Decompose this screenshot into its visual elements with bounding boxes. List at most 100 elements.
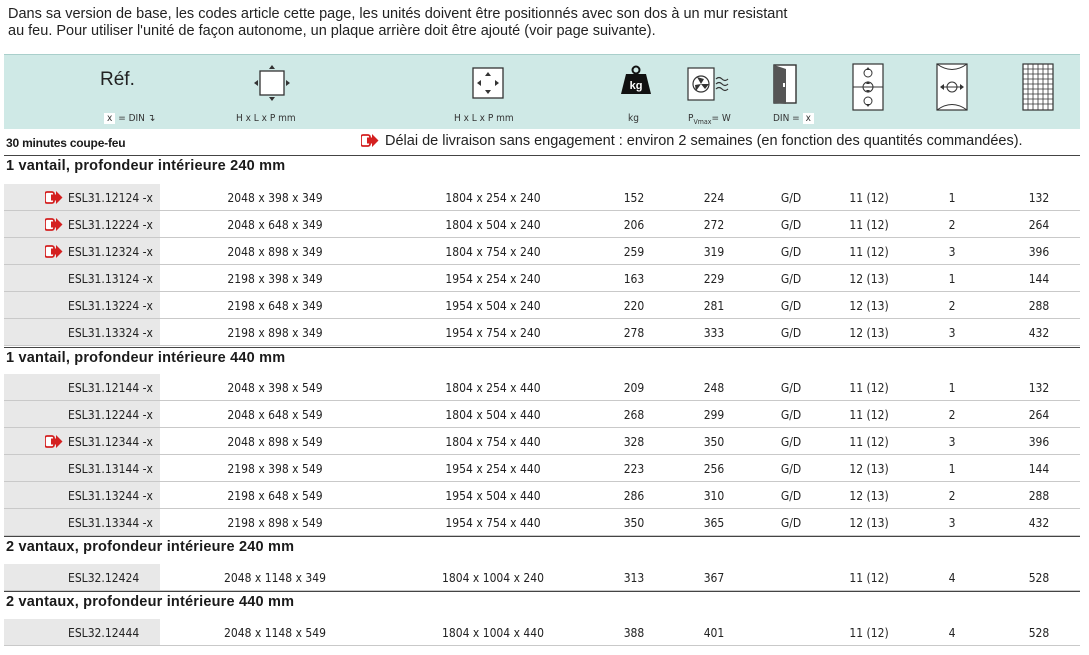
cell-b: 4	[948, 571, 956, 585]
cell-b: 3	[948, 516, 956, 530]
cell-outer: 2198 x 648 x 549	[227, 489, 323, 503]
cell-din: G/D	[780, 408, 802, 422]
din-label: DIN =	[773, 113, 800, 124]
cell-a: 11 (12)	[849, 245, 889, 259]
section-divider	[4, 591, 1080, 592]
ref-code: ESL31.13124 -x	[68, 272, 153, 286]
cell-din: G/D	[780, 191, 802, 205]
cell-din: G/D	[780, 516, 802, 530]
intro-text: Dans sa version de base, les codes artic…	[8, 6, 1078, 40]
cell-kg: 206	[623, 218, 645, 232]
cell-b: 1	[948, 381, 956, 395]
section-divider	[4, 347, 1080, 348]
cell-outer: 2198 x 648 x 349	[227, 299, 323, 313]
cell-w: 310	[703, 489, 725, 503]
section-title: 2 vantaux, profondeur intérieure 240 mm	[6, 539, 295, 555]
cell-c: 144	[1028, 462, 1050, 476]
section-title: 1 vantail, profondeur intérieure 440 mm	[6, 350, 286, 366]
table-row: ESL31.12344 -x 2048 x 898 x 549 1804 x 754…	[4, 428, 1080, 455]
cell-a: 12 (13)	[849, 299, 889, 313]
ref-code: ESL31.13244 -x	[68, 489, 153, 503]
cell-inner: 1804 x 504 x 240	[445, 218, 541, 232]
table-row: ESL32.12444 2048 x 1148 x 549 1804 x 1004 …	[4, 619, 1080, 646]
cell-inner: 1954 x 504 x 240	[445, 299, 541, 313]
table-row: ESL31.13324 -x 2198 x 898 x 349 1954 x 754…	[4, 319, 1080, 346]
cell-kg: 350	[623, 516, 645, 530]
cell-c: 132	[1028, 381, 1050, 395]
weight-icon: kg	[621, 65, 651, 94]
ref-din-x: x	[104, 113, 116, 124]
cell-w: 272	[703, 218, 725, 232]
cell-a: 12 (13)	[849, 516, 889, 530]
cell-b: 1	[948, 191, 956, 205]
cell-b: 1	[948, 272, 956, 286]
ref-code: ESL31.13344 -x	[68, 516, 153, 530]
cell-b: 2	[948, 408, 956, 422]
cell-kg: 209	[623, 381, 645, 395]
cell-din: G/D	[780, 245, 802, 259]
cell-outer: 2198 x 898 x 349	[227, 326, 323, 340]
ref-code: ESL31.12244 -x	[68, 408, 153, 422]
cell-c: 288	[1028, 299, 1050, 313]
cell-inner: 1954 x 754 x 440	[445, 516, 541, 530]
cell-a: 12 (13)	[849, 272, 889, 286]
cell-kg: 152	[623, 191, 645, 205]
din-legend: DIN = x	[773, 113, 814, 124]
arrow-icon	[45, 245, 63, 258]
cell-kg: 223	[623, 462, 645, 476]
table-row: ESL31.13124 -x 2198 x 398 x 349 1954 x 254…	[4, 265, 1080, 292]
power-label: PVmax= W	[688, 113, 731, 126]
cell-w: 333	[703, 326, 725, 340]
ref-code: ESL31.12344 -x	[68, 435, 153, 449]
shelf-icon	[852, 63, 884, 111]
inner-dimensions-icon	[472, 67, 504, 99]
cell-w: 319	[703, 245, 725, 259]
ref-code: ESL31.13324 -x	[68, 326, 153, 340]
table-row: ESL32.12424 2048 x 1148 x 349 1804 x 1004 …	[4, 564, 1080, 591]
cell-a: 11 (12)	[849, 191, 889, 205]
cell-w: 256	[703, 462, 725, 476]
cell-kg: 278	[623, 326, 645, 340]
cell-w: 224	[703, 191, 725, 205]
cell-outer: 2048 x 648 x 549	[227, 408, 323, 422]
cell-w: 401	[703, 626, 725, 640]
cell-outer: 2048 x 1148 x 549	[223, 626, 327, 640]
cell-c: 432	[1028, 516, 1050, 530]
row-divider	[4, 345, 1080, 346]
cell-outer: 2048 x 398 x 349	[227, 191, 323, 205]
power-sub: Vmax	[693, 118, 712, 126]
cell-a: 11 (12)	[849, 381, 889, 395]
cell-din: G/D	[780, 381, 802, 395]
cell-kg: 259	[623, 245, 645, 259]
power-rest: = W	[711, 113, 731, 124]
ref-code: ESL31.12324 -x	[68, 245, 153, 259]
ref-column-title: Réf.	[100, 69, 135, 90]
cell-c: 132	[1028, 191, 1050, 205]
ref-code: ESL31.12224 -x	[68, 218, 153, 232]
ref-code: ESL31.12124 -x	[68, 191, 153, 205]
delivery-note: Délai de livraison sans engagement : env…	[360, 133, 1023, 149]
notes-row: 30 minutes coupe-feu Délai de livraison …	[4, 130, 1084, 154]
cell-c: 288	[1028, 489, 1050, 503]
ref-code: ESL32.12444	[68, 626, 140, 640]
cell-b: 3	[948, 435, 956, 449]
section-title: 1 vantail, profondeur intérieure 240 mm	[6, 158, 286, 174]
ref-code: ESL32.12424	[68, 571, 140, 585]
cell-din: G/D	[780, 218, 802, 232]
ref-din-legend: x = DIN ↴	[104, 113, 155, 124]
cell-inner: 1954 x 254 x 240	[445, 272, 541, 286]
cell-c: 528	[1028, 571, 1050, 585]
grid-icon	[1022, 63, 1054, 111]
weight-label: kg	[628, 113, 639, 124]
table-row: ESL31.13344 -x 2198 x 898 x 549 1954 x 754…	[4, 509, 1080, 536]
cell-kg: 388	[623, 626, 645, 640]
weight-icon-text: kg	[630, 80, 643, 92]
table-row: ESL31.13224 -x 2198 x 648 x 349 1954 x 504…	[4, 292, 1080, 319]
cell-kg: 220	[623, 299, 645, 313]
cell-c: 432	[1028, 326, 1050, 340]
cell-din: G/D	[780, 272, 802, 286]
table-row: ESL31.12144 -x 2048 x 398 x 549 1804 x 254…	[4, 374, 1080, 401]
cell-kg: 163	[623, 272, 645, 286]
cell-b: 4	[948, 626, 956, 640]
section-title: 2 vantaux, profondeur intérieure 440 mm	[6, 594, 295, 610]
